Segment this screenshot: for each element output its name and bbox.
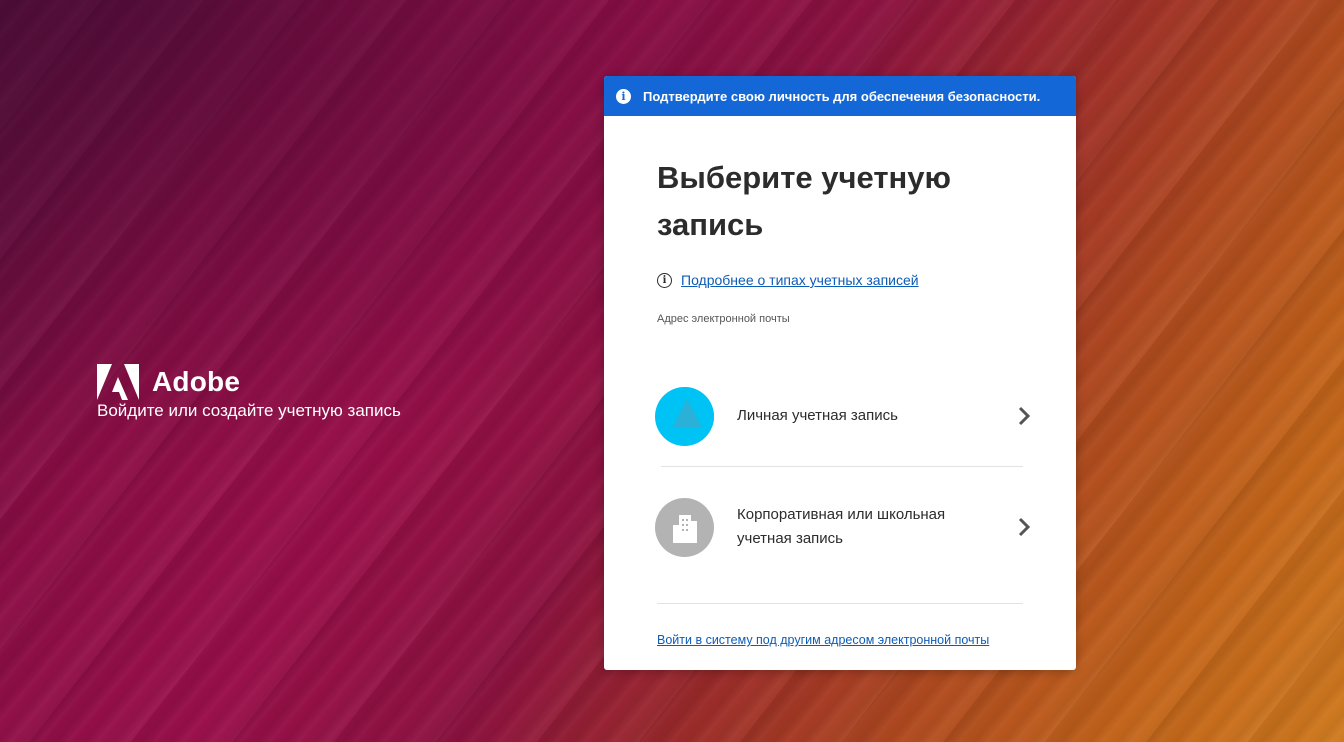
divider [661,466,1023,467]
security-banner: i Подтвердите свою личность для обеспече… [604,76,1076,116]
adobe-logo-icon [97,364,139,400]
business-account-option[interactable]: Корпоративная или школьная учетная запис… [655,487,1031,567]
info-icon: i [616,88,631,104]
brand-block: Adobe Войдите или создайте учетную запис… [97,364,401,421]
chevron-right-icon [1018,517,1031,537]
other-email-link[interactable]: Войти в систему под другим адресом элект… [657,633,989,647]
building-icon [655,497,714,557]
personal-account-label: Личная учетная запись [737,407,898,424]
personal-account-icon [655,386,714,446]
info-outline-icon: i [657,272,672,288]
page-title: Выберите учетную запись [657,160,951,242]
chevron-right-icon [1018,406,1031,426]
brand-tagline: Войдите или создайте учетную запись [97,401,401,420]
brand-name: Adobe [152,366,241,397]
personal-account-option[interactable]: Личная учетная запись [655,376,1031,456]
account-chooser-card: i Подтвердите свою личность для обеспече… [604,76,1076,670]
divider [657,603,1023,604]
email-label: Адрес электронной почты [657,313,790,325]
security-banner-text: Подтвердите свою личность для обеспечени… [643,88,1041,104]
business-account-label: Корпоративная или школьная учетная запис… [737,506,946,547]
account-types-link[interactable]: Подробнее о типах учетных записей [681,272,919,288]
